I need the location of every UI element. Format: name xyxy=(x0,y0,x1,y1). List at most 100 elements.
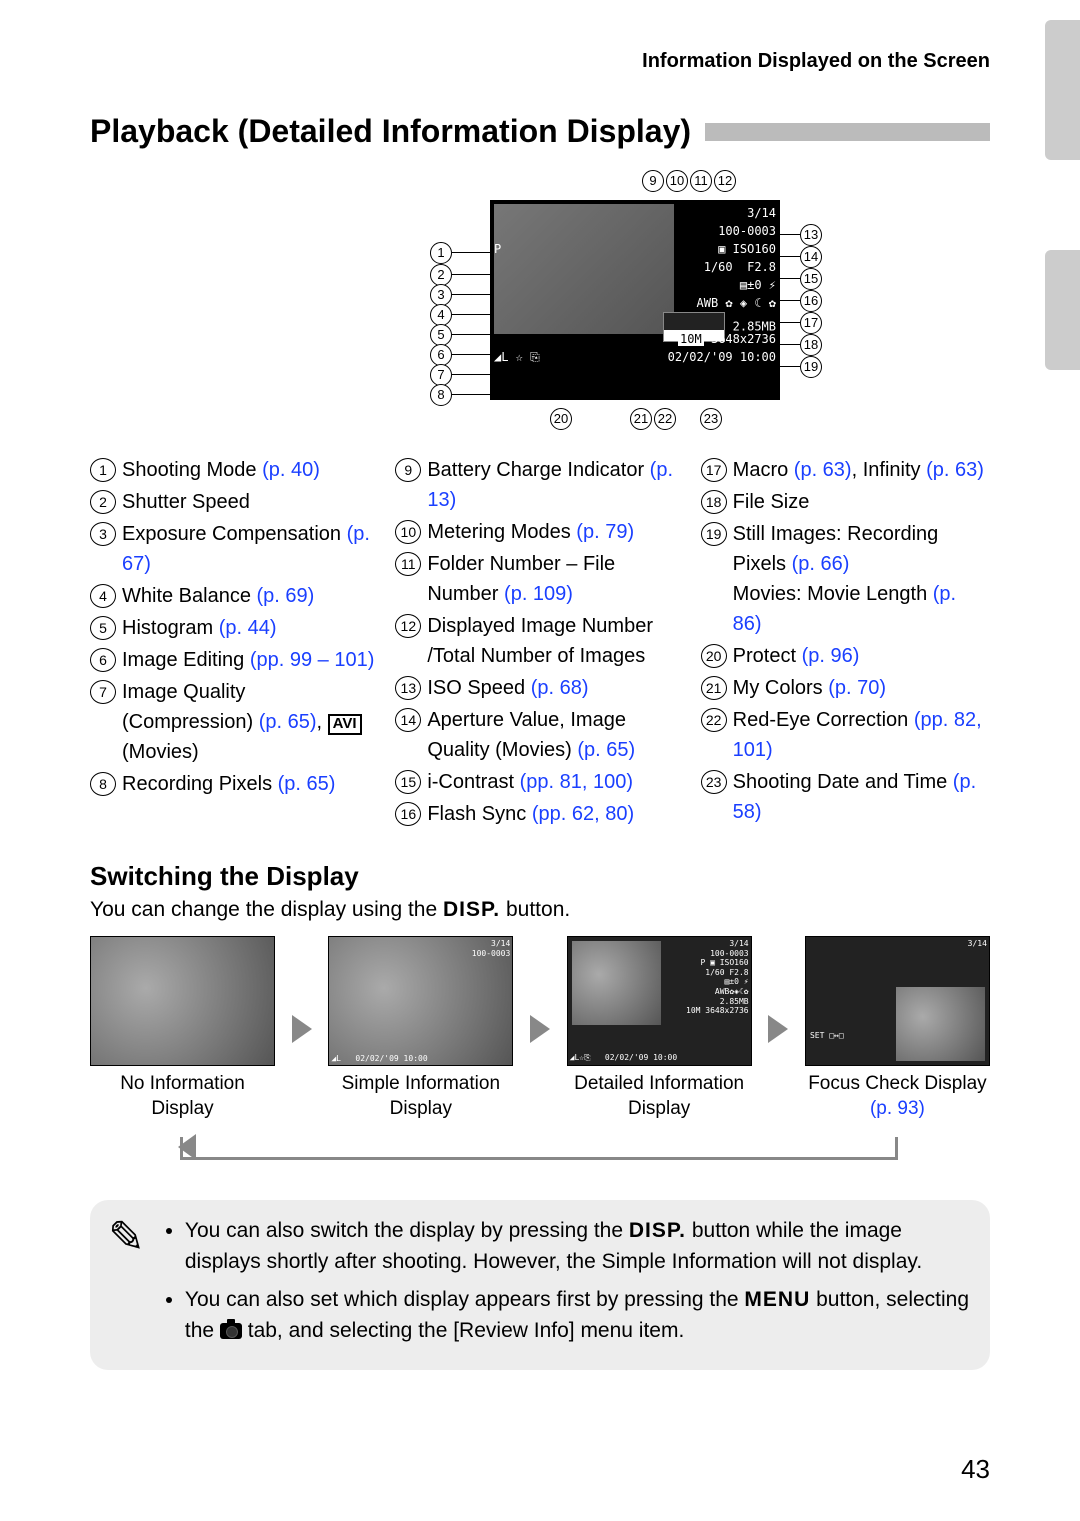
legend-item: 1Shooting Mode (p. 40) xyxy=(90,455,379,485)
lcd-restag: 10M xyxy=(678,332,704,346)
page-ref[interactable]: (p. 65) xyxy=(577,739,635,761)
page-ref[interactable]: (p. 96) xyxy=(802,645,860,667)
callout-17: 17 xyxy=(800,312,822,334)
thumb-cap-1: Simple Information Display xyxy=(328,1072,513,1121)
callout-13: 13 xyxy=(800,224,822,246)
callout-22: 22 xyxy=(654,408,676,430)
callout-10: 10 xyxy=(666,170,688,192)
legend-item: 5Histogram (p. 44) xyxy=(90,613,379,643)
page-ref[interactable]: (pp. 82, 101) xyxy=(733,709,982,761)
page-ref[interactable]: (p. 69) xyxy=(257,585,315,607)
page-content: Information Displayed on the Screen Play… xyxy=(0,0,1080,1410)
thumb-cap-0: No Information Display xyxy=(90,1072,275,1121)
legend-num-23: 23 xyxy=(701,770,727,794)
legend-item: 4White Balance (p. 69) xyxy=(90,581,379,611)
legend-num-19: 19 xyxy=(701,522,727,546)
arrow-icon xyxy=(292,1015,312,1043)
legend-num-20: 20 xyxy=(701,644,727,668)
legend-item: 2Shutter Speed xyxy=(90,487,379,517)
page-ref[interactable]: (p. 79) xyxy=(576,521,634,543)
thumb-detailed-info: 3/14100-0003P ▣ ISO1601/60 F2.8▤±0 ⚡AWB✿… xyxy=(567,936,752,1121)
legend-item: 6Image Editing (pp. 99 – 101) xyxy=(90,645,379,675)
page-ref[interactable]: (p. 67) xyxy=(122,523,370,575)
legend: 1Shooting Mode (p. 40)2Shutter Speed3Exp… xyxy=(90,455,990,831)
lcd-count: 3/14 xyxy=(747,206,776,220)
legend-item: 20Protect (p. 96) xyxy=(701,641,990,671)
arrow-icon xyxy=(530,1015,550,1043)
lcd-screen: 3/14 100-0003 P ▣ ISO160 1/60 F2.8 ▤±0 ⚡… xyxy=(490,200,780,400)
legend-item: 3Exposure Compensation (p. 67) xyxy=(90,519,379,579)
thumb-focus-check: 3/14 SET □↔□ Focus Check Display (p. 93) xyxy=(805,936,990,1121)
callout-11: 11 xyxy=(690,170,712,192)
arrow-icon xyxy=(768,1015,788,1043)
callout-15: 15 xyxy=(800,268,822,290)
callout-12: 12 xyxy=(714,170,736,192)
callout-5: 5 xyxy=(430,324,452,346)
legend-num-13: 13 xyxy=(395,676,421,700)
legend-col-1: 1Shooting Mode (p. 40)2Shutter Speed3Exp… xyxy=(90,455,379,831)
legend-num-17: 17 xyxy=(701,458,727,482)
legend-item: 17Macro (p. 63), Infinity (p. 63) xyxy=(701,455,990,485)
disp-button-label: DISP. xyxy=(443,898,500,921)
callout-16: 16 xyxy=(800,290,822,312)
callout-8: 8 xyxy=(430,384,452,406)
legend-col-2: 9Battery Charge Indicator (p. 13)10Meter… xyxy=(395,455,684,831)
legend-num-3: 3 xyxy=(90,522,116,546)
page-ref[interactable]: (p. 44) xyxy=(219,617,277,639)
legend-item: 13ISO Speed (p. 68) xyxy=(395,673,684,703)
legend-item: 8Recording Pixels (p. 65) xyxy=(90,769,379,799)
menu-button-label: MENU xyxy=(744,1288,810,1311)
page-ref[interactable]: (p. 63) xyxy=(794,459,852,481)
legend-num-9: 9 xyxy=(395,458,421,482)
lcd-wb: AWB xyxy=(697,296,719,310)
page-ref[interactable]: (pp. 62, 80) xyxy=(532,803,634,825)
legend-num-11: 11 xyxy=(395,552,421,576)
thumb-no-info: No Information Display xyxy=(90,936,275,1121)
page-ref[interactable]: (pp. 81, 100) xyxy=(520,771,633,793)
lcd-folder: 100-0003 xyxy=(718,224,776,238)
running-header: Information Displayed on the Screen xyxy=(90,50,990,73)
legend-num-6: 6 xyxy=(90,648,116,672)
page-ref[interactable]: (p. 66) xyxy=(792,553,850,575)
callout-20: 20 xyxy=(550,408,572,430)
legend-item: 21My Colors (p. 70) xyxy=(701,673,990,703)
lcd-date: 02/02/'09 10:00 xyxy=(668,350,776,364)
page-ref[interactable]: (pp. 99 – 101) xyxy=(250,649,375,671)
page-ref[interactable]: (p. 65) xyxy=(259,711,317,733)
page-ref[interactable]: (p. 40) xyxy=(262,459,320,481)
page-ref[interactable]: (p. 109) xyxy=(504,583,573,605)
legend-num-2: 2 xyxy=(90,490,116,514)
callout-6: 6 xyxy=(430,344,452,366)
legend-item: 9Battery Charge Indicator (p. 13) xyxy=(395,455,684,515)
legend-item: 14Aperture Value, Image Quality (Movies)… xyxy=(395,705,684,765)
callout-21: 21 xyxy=(630,408,652,430)
page-ref[interactable]: (p. 58) xyxy=(733,771,976,823)
page-ref[interactable]: (p. 65) xyxy=(278,773,336,795)
page-ref[interactable]: (p. 13) xyxy=(427,459,673,511)
subheading-switching: Switching the Display xyxy=(90,861,990,892)
page-ref[interactable]: (p. 86) xyxy=(733,583,956,635)
page-ref[interactable]: (p. 93) xyxy=(870,1098,925,1119)
page-ref[interactable]: (p. 70) xyxy=(828,677,886,699)
page-ref[interactable]: (p. 63) xyxy=(926,459,984,481)
disp-button-label: DISP. xyxy=(629,1219,686,1242)
legend-num-7: 7 xyxy=(90,680,116,704)
callout-7: 7 xyxy=(430,364,452,386)
legend-num-10: 10 xyxy=(395,520,421,544)
camera-icon xyxy=(220,1323,242,1339)
switching-text: You can change the display using the DIS… xyxy=(90,898,990,922)
lcd-res: 3648x2736 xyxy=(711,332,776,346)
legend-item: 16Flash Sync (pp. 62, 80) xyxy=(395,799,684,829)
lcd-aperture: F2.8 xyxy=(747,260,776,274)
page-ref[interactable]: (p. 68) xyxy=(531,677,589,699)
lcd-quality: ◢L xyxy=(494,348,508,366)
legend-col-3: 17Macro (p. 63), Infinity (p. 63)18File … xyxy=(701,455,990,831)
legend-num-14: 14 xyxy=(395,708,421,732)
lcd-ev: ±0 xyxy=(747,278,761,292)
legend-num-8: 8 xyxy=(90,772,116,796)
legend-num-15: 15 xyxy=(395,770,421,794)
legend-item: 23Shooting Date and Time (p. 58) xyxy=(701,767,990,827)
display-mode-thumbnails: No Information Display 3/14100-0003 ◢L 0… xyxy=(90,936,990,1121)
legend-num-4: 4 xyxy=(90,584,116,608)
page-number: 43 xyxy=(961,1454,990,1485)
